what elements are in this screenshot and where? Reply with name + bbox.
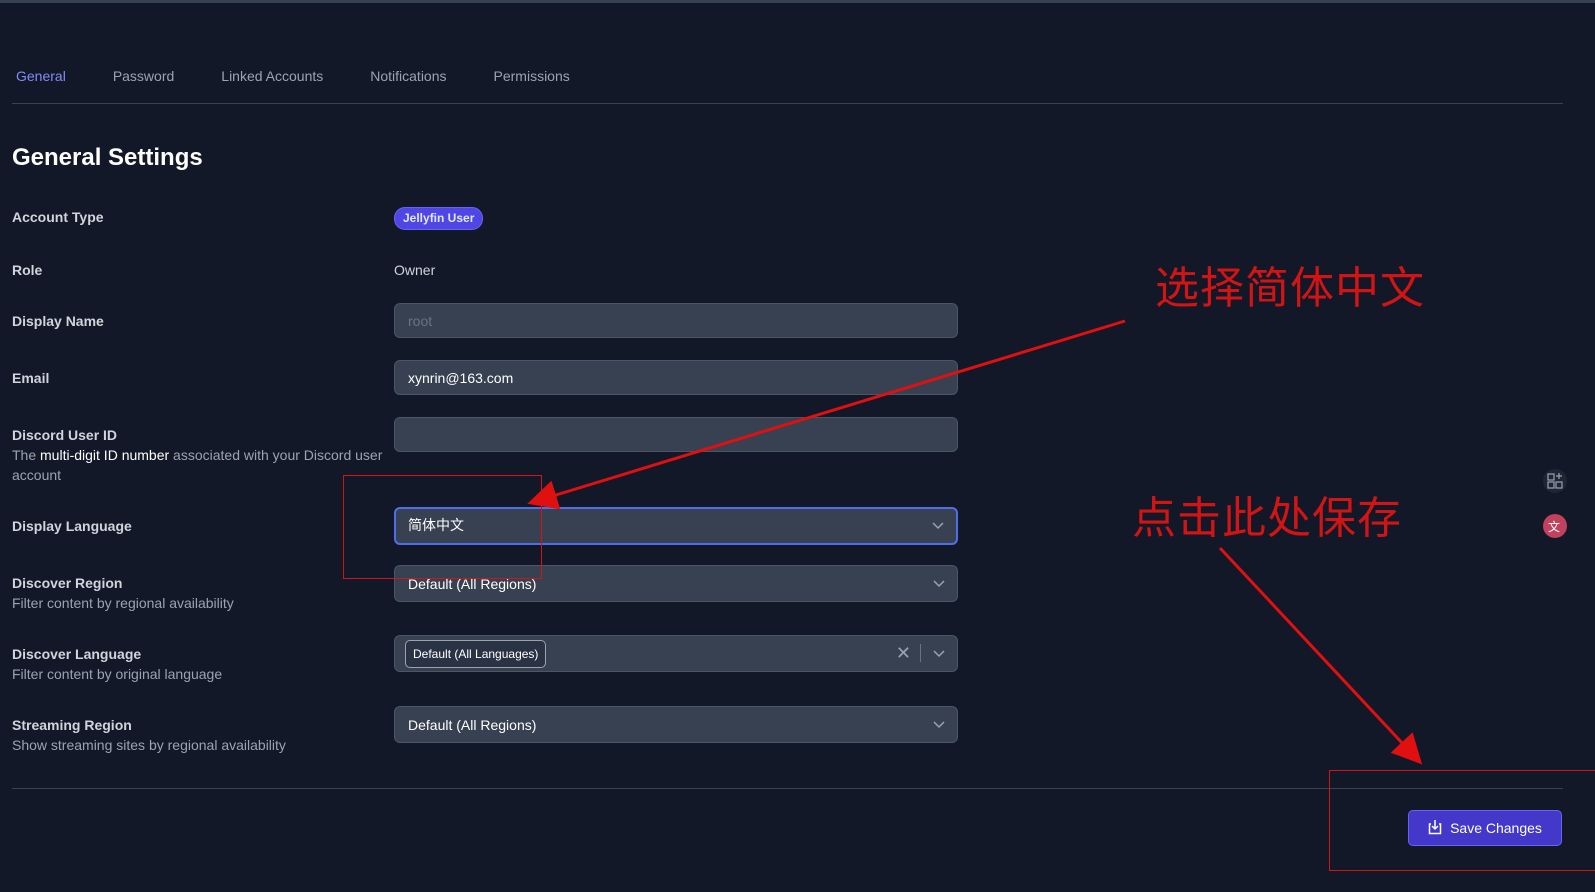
streaming-region-select[interactable]: Default (All Regions) bbox=[394, 706, 958, 743]
annotation-save-text: 点击此处保存 bbox=[1132, 493, 1402, 544]
select-divider bbox=[920, 644, 921, 662]
tab-linked-accounts[interactable]: Linked Accounts bbox=[217, 66, 327, 86]
arrow-to-language bbox=[527, 319, 1126, 510]
translate-icon[interactable]: 文 bbox=[1543, 514, 1567, 538]
tab-permissions[interactable]: Permissions bbox=[490, 66, 574, 86]
email-input[interactable]: xynrin@163.com bbox=[394, 360, 958, 395]
role-label: Role bbox=[12, 262, 43, 278]
tabs-divider bbox=[12, 103, 1563, 104]
discord-desc-pre: The bbox=[12, 447, 41, 463]
tab-notifications[interactable]: Notifications bbox=[366, 66, 450, 86]
apps-icon[interactable] bbox=[1543, 469, 1567, 493]
discover-language-description: Filter content by original language bbox=[12, 666, 223, 682]
tab-password[interactable]: Password bbox=[109, 66, 178, 86]
arrow-to-save bbox=[1218, 546, 1423, 765]
streaming-region-value: Default (All Regions) bbox=[408, 717, 537, 733]
display-name-label: Display Name bbox=[12, 313, 104, 329]
svg-text:文: 文 bbox=[1548, 519, 1560, 534]
email-label: Email bbox=[12, 370, 50, 386]
discord-id-description: The multi-digit ID number associated wit… bbox=[12, 445, 387, 485]
tab-general[interactable]: General bbox=[12, 66, 70, 86]
streaming-region-label: Streaming Region bbox=[12, 717, 132, 733]
role-value: Owner bbox=[394, 262, 436, 278]
top-border bbox=[0, 0, 1595, 3]
discord-id-input[interactable] bbox=[394, 417, 958, 452]
display-language-label: Display Language bbox=[12, 518, 132, 534]
display-name-input[interactable]: root bbox=[394, 303, 958, 338]
discover-region-label: Discover Region bbox=[12, 575, 123, 591]
chevron-down-icon bbox=[933, 707, 945, 742]
discover-language-select[interactable]: Default (All Languages) ✕ bbox=[394, 635, 958, 672]
chevron-down-icon[interactable] bbox=[933, 636, 945, 671]
account-type-label: Account Type bbox=[12, 209, 104, 225]
discover-region-description: Filter content by regional availability bbox=[12, 595, 234, 611]
streaming-region-description: Show streaming sites by regional availab… bbox=[12, 737, 286, 753]
discord-desc-bold: multi-digit ID number bbox=[40, 447, 170, 463]
chevron-down-icon bbox=[932, 509, 944, 543]
discover-language-label: Discover Language bbox=[12, 646, 142, 662]
account-type-badge: Jellyfin User bbox=[394, 207, 484, 230]
discord-id-label: Discord User ID bbox=[12, 427, 118, 443]
page-title: General Settings bbox=[12, 144, 203, 171]
annotation-save-box bbox=[1329, 770, 1595, 871]
discover-language-tag[interactable]: Default (All Languages) bbox=[405, 640, 547, 668]
settings-tabs: General Password Linked Accounts Notific… bbox=[12, 66, 613, 86]
annotation-select-text: 选择简体中文 bbox=[1155, 263, 1425, 314]
annotation-language-box bbox=[343, 475, 542, 579]
chevron-down-icon bbox=[933, 566, 945, 601]
clear-icon[interactable]: ✕ bbox=[896, 636, 911, 671]
